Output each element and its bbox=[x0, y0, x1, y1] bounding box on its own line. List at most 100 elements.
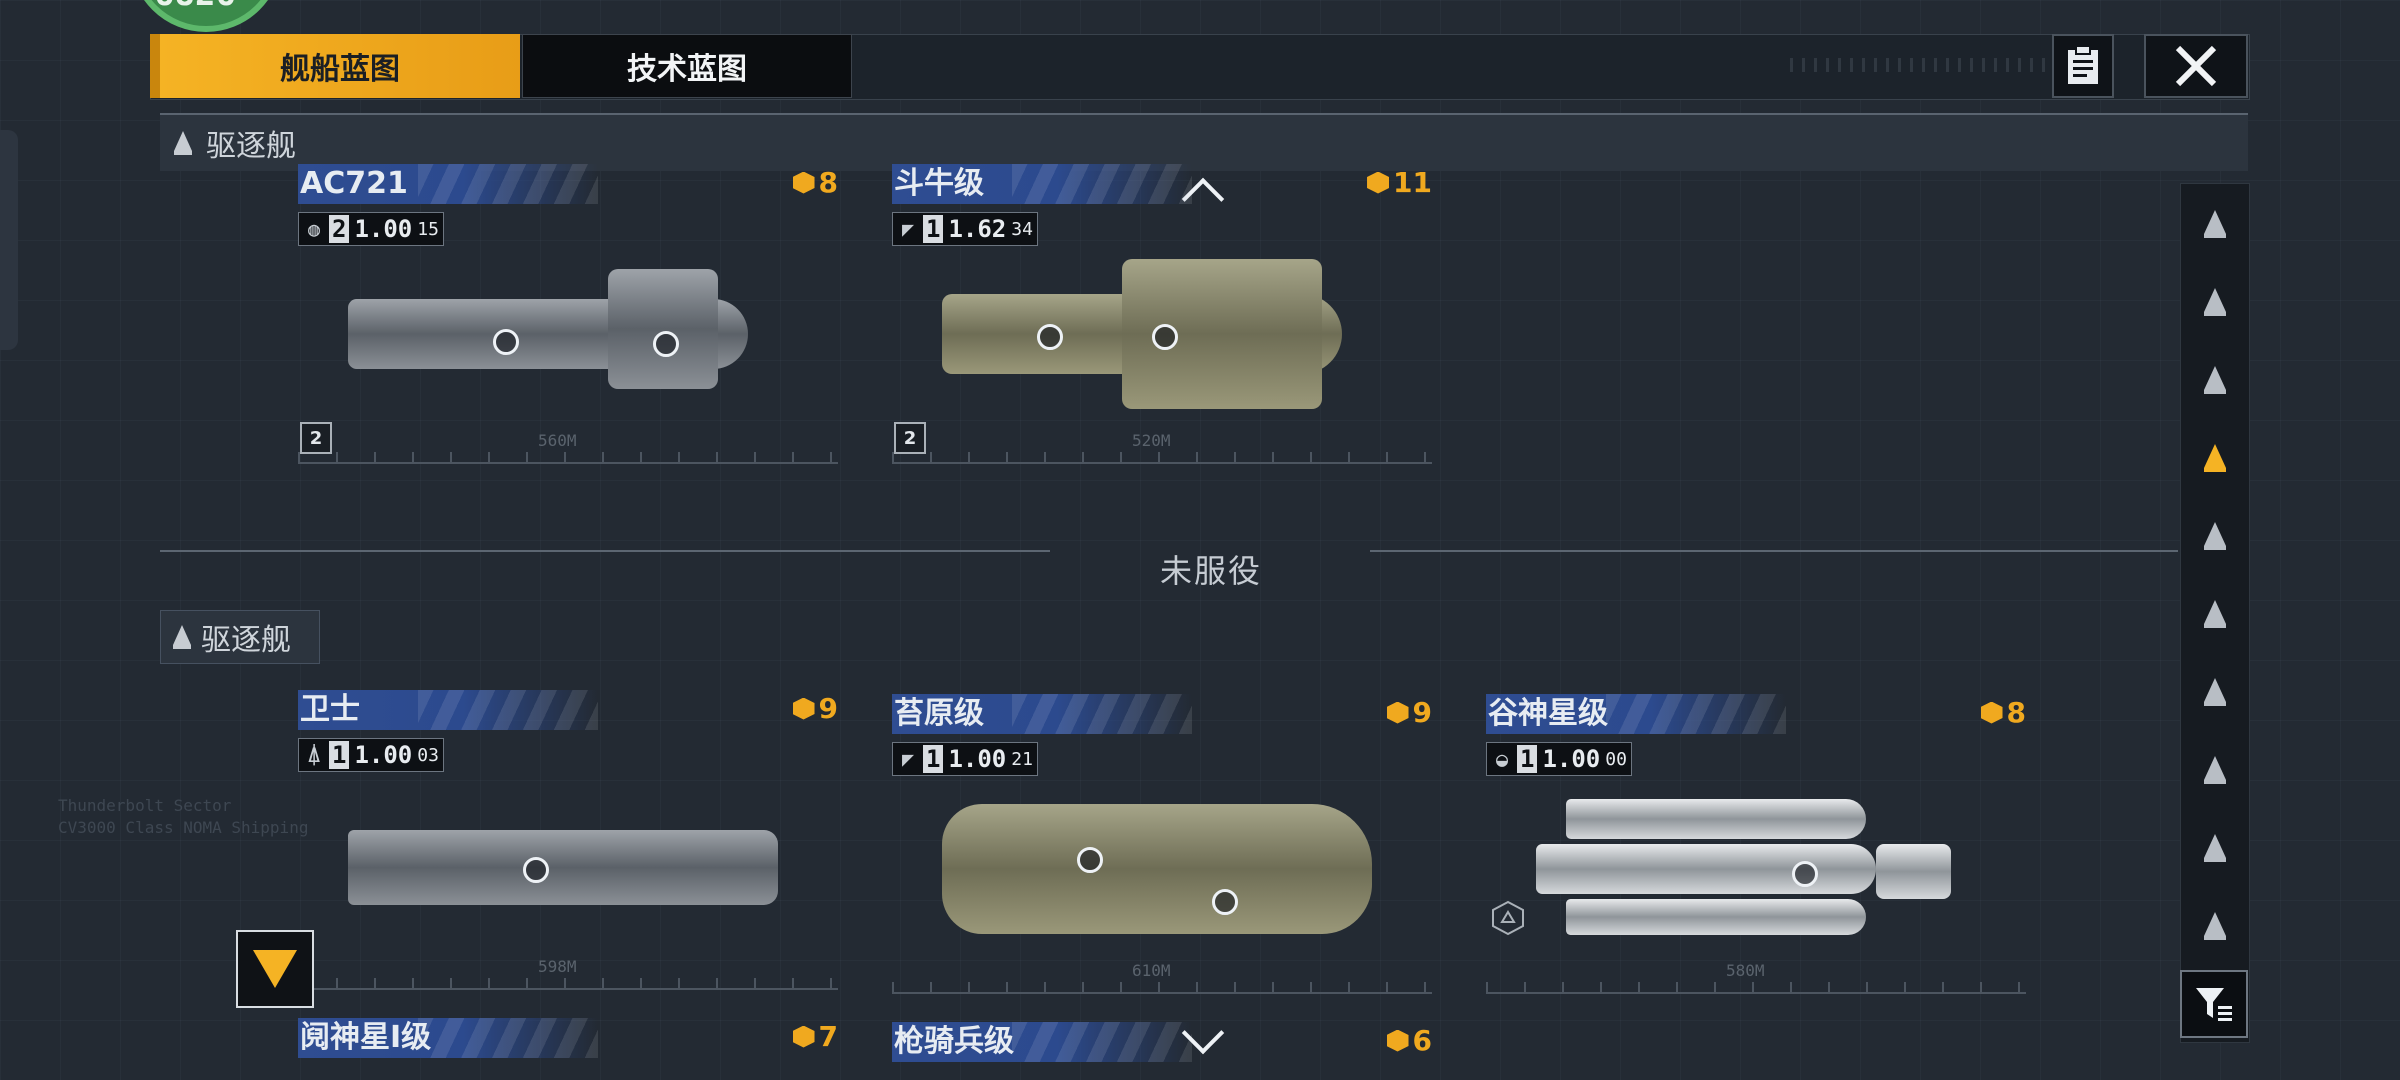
ship-name: 谷神星级 bbox=[1488, 696, 1608, 731]
ship-class-icon bbox=[2204, 834, 2226, 862]
ship-class-icon bbox=[2204, 912, 2226, 940]
section-header-label: 驱逐舰 bbox=[206, 129, 296, 164]
divider-line-left bbox=[160, 550, 1050, 552]
stat-value: 1.00 bbox=[354, 215, 413, 243]
ship-model bbox=[942, 259, 1362, 409]
class-filter-item[interactable] bbox=[2181, 340, 2249, 416]
section-header-destroyer[interactable]: 驱逐舰 bbox=[160, 113, 2248, 171]
stat-sub: 03 bbox=[417, 744, 439, 766]
stat-value: 1.00 bbox=[354, 741, 413, 769]
ship-class-icon bbox=[2204, 288, 2226, 316]
ship-stats: ◤ 1 1.62 34 bbox=[892, 212, 1038, 246]
ship-card[interactable]: 卫士 9 ⍋ 1 1.00 03 598M bbox=[298, 690, 838, 990]
cost-value: 8 bbox=[2006, 696, 2026, 729]
cost-icon bbox=[1386, 1029, 1409, 1052]
hardpoint-marker[interactable] bbox=[653, 331, 679, 357]
crest-icon: ◒ bbox=[1495, 747, 1509, 771]
ship-class-icon bbox=[2204, 522, 2226, 550]
ship-class-icon bbox=[2204, 210, 2226, 238]
ship-card[interactable]: AC721 8 ◍ 2 1.00 15 560M 2 bbox=[298, 164, 838, 464]
hardpoint-marker[interactable] bbox=[1037, 324, 1063, 350]
rocket-icon: ⍋ bbox=[307, 743, 321, 767]
cost-value: 7 bbox=[818, 1020, 838, 1053]
destroyer-class-icon bbox=[174, 131, 192, 155]
ship-name: 阋神星I级 bbox=[300, 1020, 432, 1055]
tier-badge: 2 bbox=[894, 422, 926, 454]
ship-card[interactable]: 谷神星级 8 ◒ 1 1.00 00 580M bbox=[1486, 694, 2026, 994]
ship-stats: ◒ 1 1.00 00 bbox=[1486, 742, 1632, 776]
section-header-label: 驱逐舰 bbox=[201, 623, 291, 658]
stat-count: 2 bbox=[329, 215, 350, 243]
class-filter-item[interactable] bbox=[2181, 574, 2249, 650]
globe-icon: ◍ bbox=[307, 217, 321, 241]
class-filter-item-destroyer[interactable] bbox=[2181, 418, 2249, 494]
class-filter-item[interactable] bbox=[2181, 652, 2249, 728]
ship-stats: ◤ 1 1.00 21 bbox=[892, 742, 1038, 776]
ship-card[interactable]: 苔原级 9 ◤ 1 1.00 21 610M bbox=[892, 694, 1432, 994]
filter-button[interactable] bbox=[2180, 970, 2248, 1038]
ship-class-icon bbox=[2204, 756, 2226, 784]
ship-class-icon bbox=[2204, 366, 2226, 394]
ship-card[interactable]: 斗牛级 11 ◤ 1 1.62 34 520M 2 bbox=[892, 164, 1432, 464]
ship-name: 苔原级 bbox=[894, 696, 984, 731]
left-edge-handle[interactable] bbox=[0, 130, 18, 350]
tab-tech-blueprint[interactable]: 技术蓝图 bbox=[522, 34, 852, 98]
background-text: Thunderbolt Sector bbox=[58, 796, 232, 815]
stat-sub: 21 bbox=[1011, 748, 1033, 770]
notes-button[interactable] bbox=[2052, 34, 2114, 98]
cost-icon bbox=[792, 1025, 815, 1048]
decorative-ticks bbox=[1790, 58, 2050, 72]
ship-model bbox=[348, 785, 778, 935]
tab-ship-blueprint[interactable]: 舰船蓝图 bbox=[150, 34, 520, 98]
stat-value: 1.00 bbox=[1542, 745, 1601, 773]
cost-value: 6 bbox=[1412, 1024, 1432, 1057]
cost-icon bbox=[792, 697, 815, 720]
hardpoint-marker[interactable] bbox=[1792, 861, 1818, 887]
class-filter-item[interactable] bbox=[2181, 184, 2249, 260]
brand-icon: ◤ bbox=[901, 747, 915, 771]
cost-value: 11 bbox=[1393, 166, 1432, 199]
ship-class-rail bbox=[2180, 183, 2250, 1043]
stat-sub: 00 bbox=[1605, 748, 1627, 770]
stat-count: 1 bbox=[1517, 745, 1538, 773]
ship-name: AC721 bbox=[300, 166, 408, 201]
hardpoint-marker[interactable] bbox=[1152, 324, 1178, 350]
ship-stats: ⍋ 1 1.00 03 bbox=[298, 738, 444, 772]
hexagon-icon[interactable] bbox=[1490, 900, 1526, 936]
ship-name: 斗牛级 bbox=[894, 166, 984, 201]
hardpoint-marker[interactable] bbox=[493, 329, 519, 355]
class-filter-item[interactable] bbox=[2181, 496, 2249, 572]
destroyer-class-icon bbox=[2204, 444, 2226, 472]
not-in-service-label: 未服役 bbox=[1160, 552, 1263, 590]
ship-name: 卫士 bbox=[300, 692, 360, 727]
ship-card[interactable]: 枪骑兵级 6 bbox=[892, 1022, 1432, 1080]
ship-length: 598M bbox=[538, 957, 577, 976]
player-badge-text: 6826 bbox=[154, 0, 236, 14]
ship-cost: 11 bbox=[1367, 166, 1432, 199]
stat-sub: 15 bbox=[417, 218, 439, 240]
cost-value: 9 bbox=[1412, 696, 1432, 729]
ship-card[interactable]: 阋神星I级 7 bbox=[298, 1018, 838, 1080]
stat-value: 1.62 bbox=[948, 215, 1007, 243]
cost-value: 9 bbox=[818, 692, 838, 725]
class-filter-item[interactable] bbox=[2181, 886, 2249, 962]
hardpoint-marker[interactable] bbox=[1077, 847, 1103, 873]
close-button[interactable] bbox=[2144, 34, 2248, 98]
hardpoint-marker[interactable] bbox=[1212, 889, 1238, 915]
section-header-destroyer[interactable]: 驱逐舰 bbox=[160, 610, 320, 664]
brand-icon: ◤ bbox=[901, 217, 915, 241]
class-filter-item[interactable] bbox=[2181, 808, 2249, 884]
ship-cost: 9 bbox=[1386, 696, 1432, 729]
close-icon bbox=[2175, 45, 2217, 87]
class-filter-item[interactable] bbox=[2181, 262, 2249, 338]
hardpoint-marker[interactable] bbox=[523, 857, 549, 883]
divider-line-right bbox=[1370, 550, 2178, 552]
ship-model bbox=[348, 259, 768, 409]
fleet-toggle-button[interactable] bbox=[236, 930, 314, 1008]
cost-icon bbox=[1386, 701, 1409, 724]
ship-cost: 7 bbox=[792, 1020, 838, 1053]
ship-length: 580M bbox=[1726, 961, 1765, 980]
ship-length: 520M bbox=[1132, 431, 1171, 450]
class-filter-item[interactable] bbox=[2181, 730, 2249, 806]
stat-sub: 34 bbox=[1011, 218, 1033, 240]
